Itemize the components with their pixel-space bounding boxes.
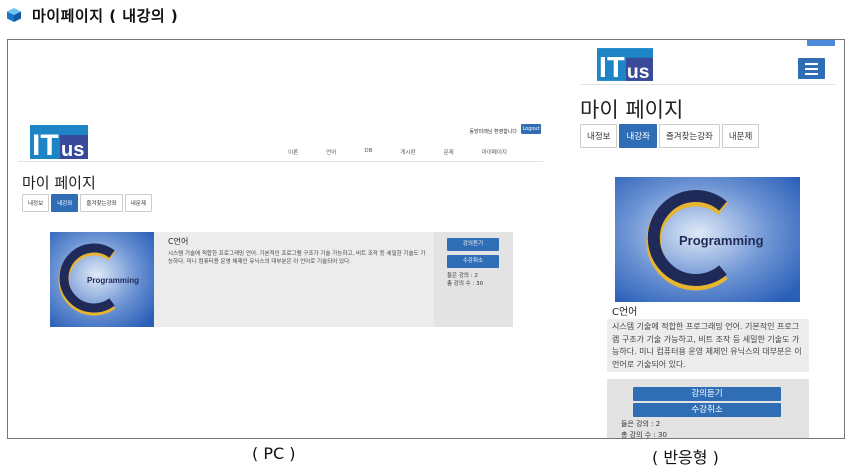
- tab-my-problems[interactable]: 내문제: [721, 124, 760, 148]
- nav-item-problems[interactable]: 문제: [444, 148, 454, 156]
- nav-divider: [18, 161, 543, 162]
- logout-button[interactable]: Logout: [521, 124, 541, 134]
- pc-view: IT us 동방미래님 환영합니다 Logout 이론 언어 DB 게시판 문제…: [18, 120, 543, 420]
- blue-cube-icon: [6, 7, 22, 23]
- logo-us-text: us: [61, 139, 84, 159]
- tab-my-info[interactable]: 내정보: [580, 124, 618, 148]
- responsive-caption: ( 반응형 ): [652, 448, 719, 467]
- greeting-text: 동방미래님 환영합니다: [469, 129, 517, 135]
- nav-item-mypage[interactable]: 마이페이지: [482, 148, 507, 156]
- course-actions: 강의듣기 수강취소 들은 강의 : 2 총 강의 수 : 30: [434, 232, 513, 327]
- course-description: 시스템 기술에 적합한 프로그래밍 언어. 기본적인 프로그램 구조가 기술 가…: [168, 251, 426, 265]
- nav-item-theory[interactable]: 이론: [288, 148, 298, 156]
- logo-it-text: IT: [32, 129, 59, 159]
- screenshot-frame: IT us 동방미래님 환영합니다 Logout 이론 언어 DB 게시판 문제…: [7, 39, 845, 439]
- lectures-heard: 들은 강의 : 2: [621, 420, 661, 428]
- lectures-heard: 들은 강의 : 2: [447, 273, 478, 279]
- pc-caption: ( PC ): [252, 444, 296, 463]
- course-actions-mobile: 강의듣기 수강취소 들은 강의 : 2 총 강의 수 : 30: [607, 379, 809, 439]
- listen-lecture-button[interactable]: 강의듣기: [447, 238, 499, 251]
- main-nav: 이론 언어 DB 게시판 문제 마이페이지: [260, 148, 507, 156]
- nav-item-db[interactable]: DB: [364, 148, 372, 156]
- doc-header: 마이페이지 ( 내강의 ): [6, 4, 178, 26]
- logo-it-text-mobile: IT: [599, 52, 625, 81]
- mypage-tabs: 내정보 내강좌 즐겨찾는강좌 내문제: [22, 194, 154, 212]
- total-lectures: 총 강의 수 : 30: [621, 431, 667, 439]
- tab-my-courses[interactable]: 내강좌: [51, 194, 79, 212]
- logo-us-text-mobile: us: [627, 62, 650, 81]
- thumbnail-programming-text-mobile: Programming: [679, 233, 764, 248]
- course-name[interactable]: C언어: [168, 236, 430, 247]
- nav-item-board[interactable]: 게시판: [400, 148, 415, 156]
- cancel-enrollment-button[interactable]: 수강취소: [633, 403, 781, 417]
- page-title-mobile: 마이 페이지: [580, 98, 684, 122]
- top-button-cutoff: [807, 40, 835, 46]
- nav-item-language[interactable]: 언어: [326, 148, 336, 156]
- tab-favorite-courses[interactable]: 즐겨찾는강좌: [80, 194, 123, 212]
- nav-divider-mobile: [580, 84, 836, 85]
- hamburger-menu-icon[interactable]: [798, 58, 825, 79]
- cancel-enrollment-button[interactable]: 수강취소: [447, 255, 499, 268]
- page-title: 마이 페이지: [22, 174, 96, 192]
- itus-logo[interactable]: IT us: [30, 125, 88, 159]
- c-programming-thumbnail-mobile[interactable]: Programming: [615, 177, 800, 302]
- course-name-mobile[interactable]: C언어: [607, 306, 809, 319]
- itus-logo-mobile[interactable]: IT us: [597, 48, 653, 81]
- doc-title: 마이페이지 ( 내강의 ): [32, 6, 179, 25]
- course-description-mobile: 시스템 기술에 적합한 프로그래밍 언어. 기본적인 프로그램 구조가 기술 가…: [612, 322, 802, 369]
- tab-my-courses[interactable]: 내강좌: [619, 124, 657, 148]
- responsive-view: IT us 마이 페이지 내정보 내강좌 즐겨찾는강좌 내문제 Programm…: [570, 40, 836, 439]
- course-card: Programming C언어 시스템 기술에 적합한 프로그래밍 언어. 기본…: [50, 232, 513, 327]
- course-info-mobile: C언어 시스템 기술에 적합한 프로그래밍 언어. 기본적인 프로그램 구조가 …: [607, 306, 809, 372]
- tab-favorite-courses[interactable]: 즐겨찾는강좌: [658, 124, 720, 148]
- total-lectures: 총 강의 수 : 30: [447, 281, 484, 287]
- thumbnail-programming-text: Programming: [87, 276, 139, 285]
- mypage-tabs-mobile: 내정보 내강좌 즐겨찾는강좌 내문제: [580, 124, 761, 148]
- course-info: C언어 시스템 기술에 적합한 프로그래밍 언어. 기본적인 프로그램 구조가 …: [168, 236, 430, 266]
- listen-lecture-button[interactable]: 강의듣기: [633, 387, 781, 401]
- tab-my-info[interactable]: 내정보: [22, 194, 50, 212]
- c-programming-thumbnail[interactable]: Programming: [50, 232, 154, 327]
- tab-my-problems[interactable]: 내문제: [124, 194, 152, 212]
